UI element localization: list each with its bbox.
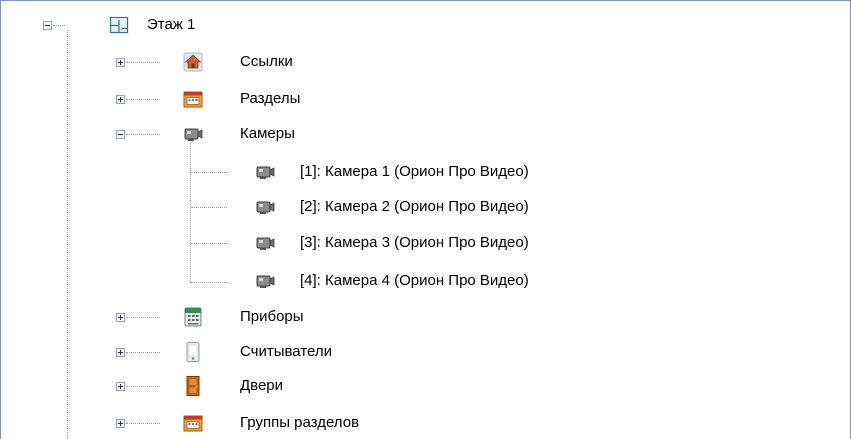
camera-icon <box>256 275 275 288</box>
card-reader-icon <box>186 342 200 362</box>
tree-node-label-section-groups: Группы разделов <box>240 414 360 431</box>
camera-icon <box>256 201 275 214</box>
tree-node-label-cameras: Камеры <box>240 125 295 142</box>
object-tree: Этаж 1 Ссылки Разделы Камеры [1]: Камера… <box>0 0 851 439</box>
expand-toggle-doors[interactable] <box>116 382 125 391</box>
tree-connector-h <box>126 386 160 387</box>
home-link-icon <box>183 52 203 72</box>
tree-node-label-camera-1: [1]: Камера 1 (Орион Про Видео) <box>300 163 529 180</box>
tree-connector-root <box>67 30 68 439</box>
camera-icon <box>256 237 275 250</box>
expand-toggle-sections[interactable] <box>116 95 125 104</box>
tree-node-label-root: Этаж 1 <box>147 16 196 33</box>
tree-connector-h <box>126 423 160 424</box>
tree-connector-h <box>191 207 227 208</box>
tree-node-label-readers: Считыватели <box>240 343 332 360</box>
camera-icon <box>184 128 203 141</box>
tree-connector-h <box>126 352 160 353</box>
section-groups-icon <box>183 415 203 432</box>
tree-connector-cameras <box>190 143 191 283</box>
tree-connector-h <box>126 99 160 100</box>
tree-connector-h <box>53 25 65 26</box>
camera-icon <box>256 166 275 179</box>
expand-toggle-links[interactable] <box>116 58 125 67</box>
expand-toggle-devices[interactable] <box>116 313 125 322</box>
tree-connector-h <box>191 243 227 244</box>
tree-connector-h <box>126 62 160 63</box>
tree-connector-h <box>191 172 227 173</box>
tree-node-label-devices: Приборы <box>240 308 304 325</box>
tree-node-label-camera-2: [2]: Камера 2 (Орион Про Видео) <box>300 198 529 215</box>
tree-node-label-camera-3: [3]: Камера 3 (Орион Про Видео) <box>300 234 529 251</box>
collapse-toggle-root[interactable] <box>43 21 52 30</box>
tree-node-label-sections: Разделы <box>240 90 301 107</box>
tree-connector-h <box>126 317 160 318</box>
tree-node-label-links: Ссылки <box>240 53 293 70</box>
sections-icon <box>183 91 203 108</box>
tree-node-label-camera-4: [4]: Камера 4 (Орион Про Видео) <box>300 272 529 289</box>
expand-toggle-section-groups[interactable] <box>116 419 125 428</box>
collapse-toggle-cameras[interactable] <box>116 130 125 139</box>
tree-node-label-doors: Двери <box>240 377 284 394</box>
floor-plan-icon <box>109 16 129 34</box>
expand-toggle-readers[interactable] <box>116 348 125 357</box>
tree-connector-h <box>126 134 160 135</box>
tree-connector-h <box>191 282 227 283</box>
door-icon <box>186 376 200 396</box>
device-panel-icon <box>184 307 202 327</box>
